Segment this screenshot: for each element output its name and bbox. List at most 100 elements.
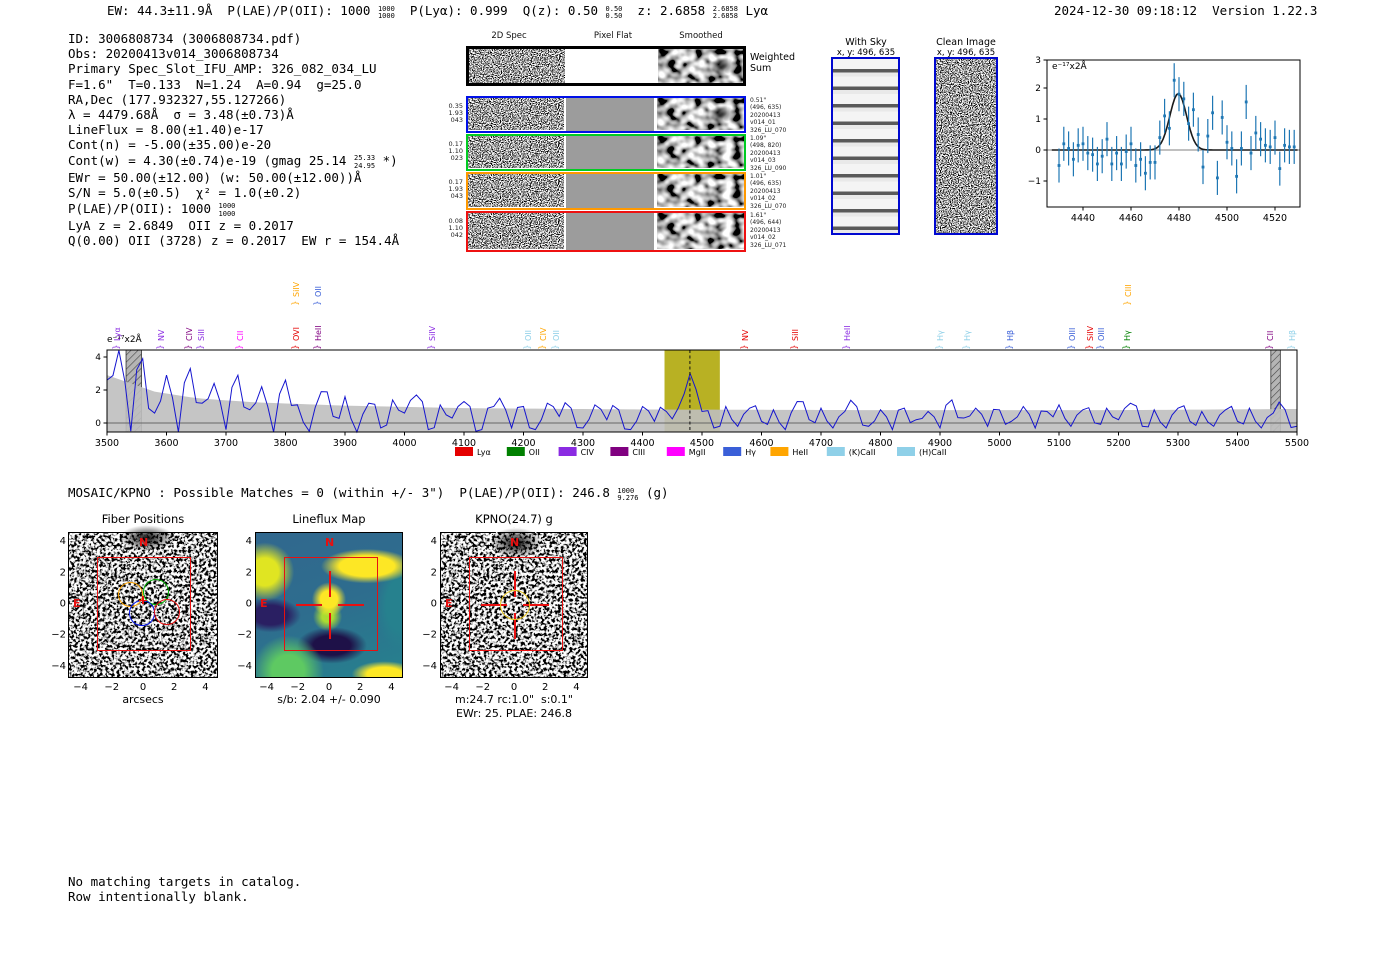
error-band <box>107 375 1297 432</box>
row-left-stats: 0.17 1.10 023 <box>448 140 463 163</box>
lineflux-caption: s/b: 2.04 +/- 0.090 <box>277 693 381 706</box>
stacked-fraction: 1000 9.276 <box>617 486 639 502</box>
data-point <box>1105 137 1109 141</box>
version-label: Version 1.22.3 <box>1212 3 1318 18</box>
main-spectrum-units: e⁻¹⁷x2Å <box>107 335 142 345</box>
emission-line-brace: { <box>1122 344 1131 349</box>
stacked-fraction: 2.6858 2.6858 <box>712 4 738 20</box>
row-right-meta: 1.09" (498, 820) 20200413 v014_03 326_LU_090 <box>750 135 787 172</box>
smoothed-image <box>658 49 743 83</box>
2d-spectra-rows: Weighted Sum 0.35 1.93 043 0.51" (496, 635) 20… <box>449 46 795 256</box>
emission-line-label: HeII <box>843 325 852 341</box>
2d-spec-image <box>468 136 564 169</box>
data-point <box>1134 164 1138 167</box>
data-point <box>1086 151 1090 155</box>
data-point <box>1115 151 1118 155</box>
x-tick-label: 3600 <box>154 438 178 449</box>
data-point <box>1259 137 1262 141</box>
emission-line-brace: { <box>313 300 322 305</box>
text-line: LineFlux = 8.00(±1.40)e-17 <box>68 122 264 138</box>
2d-spec-image <box>469 49 565 83</box>
text-line: Primary Spec_Slot_IFU_AMP: 326_082_034_L… <box>68 61 377 77</box>
data-point <box>1144 171 1147 175</box>
x-tick-label: 4800 <box>868 438 892 449</box>
legend-swatch <box>610 447 629 456</box>
x-tick-label: 3800 <box>273 438 297 449</box>
col-header-pixelflat: Pixel Flat <box>593 31 633 41</box>
data-point <box>1096 162 1099 166</box>
emission-line-label: Hβ <box>1288 330 1297 341</box>
sky-stripes-texture <box>833 59 898 233</box>
data-point <box>1254 131 1258 135</box>
x-tick-label: 4400 <box>630 438 654 449</box>
emission-line-label: CIV <box>539 327 548 341</box>
y-tick-label: 0 <box>246 599 252 610</box>
text-line: P(LAE)/P(OII): 1000 1000 1000 <box>68 200 236 218</box>
masked-band-hatch <box>1270 349 1281 433</box>
pixel-flat-image <box>566 213 654 250</box>
x-tick-label: 5300 <box>1166 438 1190 449</box>
weighted-sum-label: Weighted Sum <box>750 52 795 74</box>
kpno-g-title: KPNO(24.7) g <box>475 512 553 526</box>
compass-north: N <box>139 536 149 549</box>
smoothed-dark-blob <box>710 57 736 75</box>
text-line: ID: 3006808734 (3006808734.pdf) <box>68 31 302 46</box>
fiber-positions-caption: arcsecs <box>122 693 164 706</box>
data-point <box>1067 147 1070 150</box>
crosshair-bottom <box>329 613 331 639</box>
text-line: LyA z = 2.6849 OII z = 0.2017 <box>68 218 294 234</box>
legend-swatch <box>826 447 845 456</box>
x-tick-label: 0 <box>511 682 517 693</box>
emission-line-label: CII <box>1266 331 1275 341</box>
emission-line-brace: { <box>1096 344 1105 349</box>
gaussian-fit-line <box>1051 92 1298 151</box>
emission-line-label: NV <box>157 329 166 341</box>
row-right-meta: 1.01" (496, 635) 20200413 v014_02 326_LU_070 <box>750 173 787 210</box>
2d-spec-row <box>466 134 746 171</box>
smoothed-image <box>657 213 744 250</box>
smoothed-image <box>657 98 744 131</box>
data-point <box>1230 147 1234 150</box>
data-point <box>1216 176 1219 180</box>
emission-line-brace: { <box>156 344 165 349</box>
text-line: S/N = 5.0(±0.5) χ² = 1.0(±0.2) <box>68 185 302 201</box>
y-tick-label: 3 <box>1035 56 1041 66</box>
cleanimage-title: Clean Image <box>936 37 996 48</box>
2d-spec-image <box>468 174 564 208</box>
detection-info-block: ID: 3006808734 (3006808734.pdf) Obs: 2020… <box>68 31 399 248</box>
x-tick-label: 0 <box>326 682 332 693</box>
lineflux-map-panel: N E <box>255 532 403 678</box>
data-point <box>1182 97 1186 101</box>
x-tick-label: 4300 <box>571 438 595 449</box>
pixel-flat-image <box>566 98 654 131</box>
legend-label: (H)CaII <box>919 448 946 457</box>
withsky-title: With Sky <box>845 37 887 48</box>
data-point <box>1076 143 1080 147</box>
legend-label: CIII <box>632 448 645 457</box>
x-tick-label: 5500 <box>1285 438 1309 449</box>
withsky-image <box>831 57 900 235</box>
data-point <box>1196 133 1200 136</box>
catalog-footer: No matching targets in catalog. Row inten… <box>68 874 301 904</box>
text-line: Row intentionally blank. <box>68 889 249 905</box>
emission-line-brace: { <box>523 344 532 349</box>
x-tick-label: 4 <box>388 682 394 693</box>
col-header-2dspec: 2D Spec <box>491 31 527 41</box>
summary-header: EW: 44.3±11.9Å P(LAE)/P(OII): 1000 1000 1… <box>107 3 769 20</box>
y-tick-label: −2 <box>51 630 66 641</box>
x-tick-label: 4520 <box>1263 213 1287 224</box>
data-point <box>1081 142 1085 146</box>
data-point <box>1244 100 1248 104</box>
smoothed-image <box>657 174 744 208</box>
x-tick-label: 2 <box>171 682 177 693</box>
center-marker <box>142 596 144 604</box>
x-tick-label: 4900 <box>928 438 952 449</box>
data-point <box>1288 145 1291 149</box>
legend-label: Lyα <box>477 448 491 457</box>
data-point <box>1211 111 1214 115</box>
y-tick-label: 0 <box>1035 146 1041 156</box>
y-tick-label: −4 <box>51 661 66 672</box>
x-tick-label: 4 <box>202 682 208 693</box>
timestamp-version: 2024-12-30 09:18:12 Version 1.22.3 <box>1054 3 1317 18</box>
main-plot-frame <box>106 349 1298 433</box>
